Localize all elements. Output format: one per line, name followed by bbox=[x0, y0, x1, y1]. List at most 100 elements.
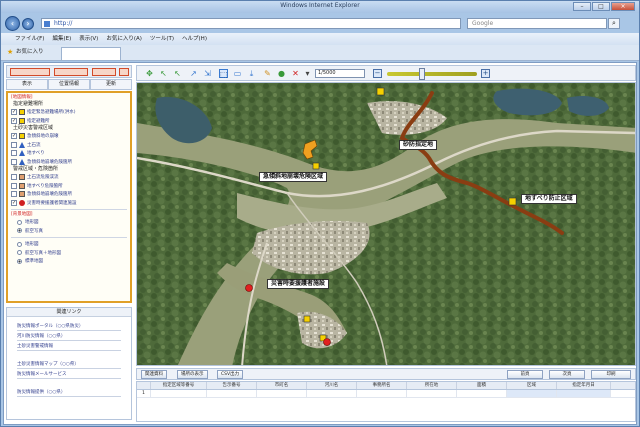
facility-marker-icon[interactable] bbox=[245, 284, 253, 292]
column-header[interactable]: 所在地 bbox=[407, 382, 457, 389]
background-radio[interactable] bbox=[17, 250, 22, 256]
evacuation-marker-icon[interactable] bbox=[376, 87, 385, 96]
layer-checkbox[interactable]: ✓ bbox=[11, 133, 17, 140]
link-item[interactable]: 土砂災害警戒情報 bbox=[17, 344, 121, 351]
menu-edit[interactable]: 編集(E) bbox=[48, 33, 75, 45]
prev-page-button[interactable]: 前頁 bbox=[507, 370, 543, 379]
layer-item[interactable]: 地すべり bbox=[11, 149, 127, 158]
column-header[interactable]: 告示番号 bbox=[207, 382, 257, 389]
box-icon[interactable]: ▭ bbox=[233, 69, 242, 78]
favorites-button[interactable]: ★ お気に入り bbox=[7, 48, 44, 57]
background-option[interactable]: 航空写真＋地形図 bbox=[11, 249, 127, 258]
search-box[interactable]: Google bbox=[467, 18, 607, 29]
layer-item[interactable]: 土石流 bbox=[11, 141, 127, 150]
csv-export-button[interactable]: CSV出力 bbox=[217, 370, 244, 379]
map-label-steep-slope[interactable]: 急傾斜地崩壊危険区域 bbox=[259, 172, 328, 182]
menu-file[interactable]: ファイル(F) bbox=[11, 33, 48, 45]
column-header[interactable]: 指定区域等番号 bbox=[151, 382, 207, 389]
evacuation-marker-icon[interactable] bbox=[508, 197, 517, 206]
select-icon[interactable]: ⬚ bbox=[219, 69, 228, 79]
background-option[interactable]: 地形図 bbox=[11, 218, 127, 227]
column-header[interactable]: 区域 bbox=[507, 382, 557, 389]
background-radio[interactable] bbox=[17, 241, 22, 247]
layer-checkbox[interactable]: ✓ bbox=[11, 117, 17, 124]
layer-checkbox[interactable] bbox=[11, 174, 17, 181]
zoom-in-tool-icon[interactable]: ↖ bbox=[159, 69, 168, 78]
menu-view[interactable]: 表示(V) bbox=[75, 33, 102, 45]
pan-icon[interactable]: ✥ bbox=[145, 69, 154, 78]
location-button[interactable]: 位置情報 bbox=[48, 79, 90, 90]
link-item[interactable]: 河川防災情報（○○県） bbox=[17, 334, 121, 341]
menu-tools[interactable]: ツール(T) bbox=[146, 33, 178, 45]
map-label-sabo[interactable]: 砂防指定地 bbox=[399, 140, 438, 150]
evacuation-marker-icon[interactable] bbox=[303, 315, 311, 323]
zoom-slider-track[interactable] bbox=[387, 72, 477, 76]
link-item[interactable]: 防災情報ポータル（○○県防災） bbox=[17, 324, 121, 331]
map-view[interactable]: 砂防指定地 急傾斜地崩壊危険区域 地すべり防止区域 災害時要援護者施設 bbox=[136, 82, 636, 366]
layer-item[interactable]: 土石流危険渓流 bbox=[11, 173, 127, 182]
back-button[interactable]: ‹ bbox=[5, 16, 20, 31]
pencil-icon[interactable]: ✎ bbox=[263, 69, 272, 78]
maximize-button[interactable]: □ bbox=[592, 2, 610, 11]
column-header[interactable]: 指定年月日 bbox=[557, 382, 611, 389]
background-radio[interactable] bbox=[17, 258, 22, 264]
layer-checkbox[interactable]: ✓ bbox=[11, 109, 17, 116]
column-header[interactable]: 河川名 bbox=[307, 382, 357, 389]
background-option[interactable]: 標準地図 bbox=[11, 257, 127, 266]
layer-item[interactable]: 急傾斜地崩壊危険箇所 bbox=[11, 158, 127, 167]
measure-icon[interactable]: ↗ bbox=[189, 69, 198, 78]
header-chip-4[interactable] bbox=[119, 68, 129, 76]
map-label-facility[interactable]: 災害時要援護者施設 bbox=[267, 279, 330, 289]
layer-checkbox[interactable] bbox=[11, 182, 17, 189]
background-radio[interactable] bbox=[17, 228, 22, 234]
table-row[interactable]: 1 bbox=[137, 390, 635, 398]
layer-checkbox[interactable] bbox=[11, 150, 17, 157]
menu-help[interactable]: ヘルプ(H) bbox=[178, 33, 211, 45]
layer-item[interactable]: ✓ 急傾斜地の崩壊 bbox=[11, 132, 127, 141]
background-radio[interactable] bbox=[17, 219, 22, 225]
map-label-landslide[interactable]: 地すべり防止区域 bbox=[521, 194, 577, 204]
area-icon[interactable]: ⇲ bbox=[203, 69, 212, 78]
zoom-out-button[interactable]: − bbox=[373, 69, 382, 78]
layer-checkbox[interactable] bbox=[11, 191, 17, 198]
facility-marker-icon[interactable] bbox=[323, 338, 331, 346]
show-button[interactable]: 表示 bbox=[6, 79, 48, 90]
background-option[interactable]: 航空写真 bbox=[11, 227, 127, 236]
layer-checkbox[interactable] bbox=[11, 141, 17, 148]
info-icon[interactable]: ⤓ bbox=[247, 69, 256, 78]
zoom-in-button[interactable]: + bbox=[481, 69, 490, 78]
layer-item[interactable]: ✓ 指定緊急避難場所(洪水) bbox=[11, 108, 127, 117]
menu-favorites[interactable]: お気に入り(A) bbox=[102, 33, 146, 45]
search-icon[interactable]: ⌕ bbox=[608, 18, 620, 29]
header-chip-3[interactable] bbox=[92, 68, 116, 76]
zoom-out-tool-icon[interactable]: ↖ bbox=[173, 69, 182, 78]
zoom-slider-thumb[interactable] bbox=[419, 68, 425, 80]
clear-icon[interactable]: ✕ bbox=[291, 69, 300, 78]
show-location-button[interactable]: 場所の表示 bbox=[177, 370, 208, 379]
related-docs-button[interactable]: 関連資料 bbox=[141, 370, 167, 379]
link-item[interactable]: 土砂災害情報マップ（○○県） bbox=[17, 362, 121, 369]
layer-checkbox[interactable]: ✓ bbox=[11, 199, 17, 206]
column-header[interactable]: 面積 bbox=[457, 382, 507, 389]
layer-item[interactable]: ✓ 指定避難所 bbox=[11, 117, 127, 126]
forward-button[interactable]: › bbox=[22, 18, 34, 30]
print-button[interactable]: 印刷 bbox=[591, 370, 631, 379]
address-bar[interactable]: http:// bbox=[41, 18, 461, 29]
minimize-button[interactable]: – bbox=[573, 2, 591, 11]
print-icon[interactable]: ● bbox=[277, 69, 286, 78]
browser-tab[interactable] bbox=[61, 47, 121, 60]
layer-item[interactable]: 急傾斜地崩壊危険箇所 bbox=[11, 190, 127, 199]
scale-select[interactable]: 1/5000 bbox=[315, 69, 365, 78]
layer-item[interactable]: 地すべり危険箇所 bbox=[11, 182, 127, 191]
link-item[interactable]: 防災情報提供（○○県） bbox=[17, 390, 121, 397]
background-option[interactable]: 地形図 bbox=[11, 240, 127, 249]
link-item[interactable]: 防災情報メールサービス bbox=[17, 372, 121, 379]
column-header[interactable]: 市町名 bbox=[257, 382, 307, 389]
evacuation-marker-icon[interactable] bbox=[312, 162, 320, 170]
header-chip-2[interactable] bbox=[54, 68, 88, 76]
next-page-button[interactable]: 次頁 bbox=[549, 370, 585, 379]
layer-checkbox[interactable] bbox=[11, 158, 17, 165]
header-chip-1[interactable] bbox=[10, 68, 50, 76]
close-button[interactable]: × bbox=[611, 2, 635, 11]
refresh-button[interactable]: 更新 bbox=[90, 79, 132, 90]
